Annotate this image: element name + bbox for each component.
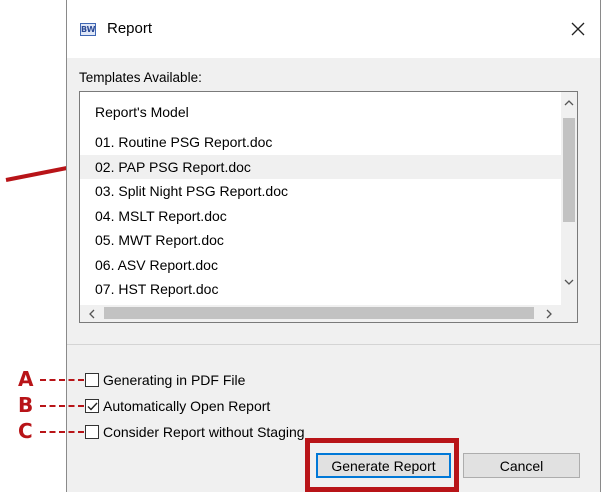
option-auto-open-label: Automatically Open Report — [103, 398, 271, 414]
title-bar: BW Report — [67, 0, 600, 58]
separator — [67, 344, 600, 345]
horizontal-scroll-thumb[interactable] — [104, 307, 534, 319]
marker-b-dashes — [40, 405, 84, 407]
option-pdf-label: Generating in PDF File — [103, 372, 246, 388]
horizontal-scrollbar[interactable] — [80, 305, 563, 322]
list-item[interactable]: 05. MWT Report.doc — [80, 228, 564, 253]
checkmark-icon — [87, 402, 98, 411]
list-item[interactable]: 06. ASV Report.doc — [80, 253, 564, 278]
marker-b: B — [18, 393, 34, 417]
generate-highlight-box — [305, 438, 459, 492]
vertical-scroll-thumb[interactable] — [563, 118, 575, 222]
list-item[interactable]: 03. Split Night PSG Report.doc — [80, 179, 564, 204]
option-no-staging-label: Consider Report without Staging — [103, 424, 305, 440]
option-auto-open[interactable]: Automatically Open Report — [85, 398, 270, 414]
marker-a-dashes — [40, 379, 84, 381]
scroll-left-button[interactable] — [83, 305, 100, 322]
list-item[interactable]: 02. PAP PSG Report.doc — [80, 154, 564, 179]
templates-listbox[interactable]: Report's Model 01. Routine PSG Report.do… — [79, 91, 578, 323]
close-button[interactable] — [562, 14, 594, 44]
marker-c-dashes — [40, 431, 84, 433]
list-items: 01. Routine PSG Report.doc 02. PAP PSG Re… — [80, 130, 564, 302]
pdf-checkbox[interactable] — [85, 373, 99, 387]
chevron-down-icon — [564, 279, 574, 285]
chevron-left-icon — [88, 309, 94, 318]
window-title: Report — [107, 20, 153, 37]
marker-a: A — [18, 367, 34, 391]
scroll-down-button[interactable] — [561, 274, 577, 290]
list-item[interactable]: 01. Routine PSG Report.doc — [80, 130, 564, 155]
list-header: Report's Model — [95, 104, 189, 120]
no-staging-checkbox[interactable] — [85, 425, 99, 439]
cancel-button[interactable]: Cancel — [463, 453, 580, 478]
marker-c: C — [18, 419, 33, 443]
vertical-scrollbar[interactable] — [561, 92, 577, 305]
option-no-staging[interactable]: Consider Report without Staging — [85, 424, 305, 440]
close-icon — [571, 22, 585, 36]
auto-open-checkbox[interactable] — [85, 399, 99, 413]
list-item[interactable]: 07. HST Report.doc — [80, 277, 564, 302]
report-dialog: BW Report Templates Available: Report's … — [66, 0, 601, 492]
option-pdf[interactable]: Generating in PDF File — [85, 372, 245, 388]
chevron-up-icon — [564, 100, 574, 106]
app-icon: BW — [80, 23, 96, 36]
chevron-right-icon — [546, 309, 552, 318]
templates-label: Templates Available: — [79, 70, 202, 85]
scroll-right-button[interactable] — [540, 305, 557, 322]
scroll-up-button[interactable] — [561, 95, 577, 111]
scrollbar-corner — [561, 305, 577, 322]
list-item[interactable]: 04. MSLT Report.doc — [80, 204, 564, 229]
